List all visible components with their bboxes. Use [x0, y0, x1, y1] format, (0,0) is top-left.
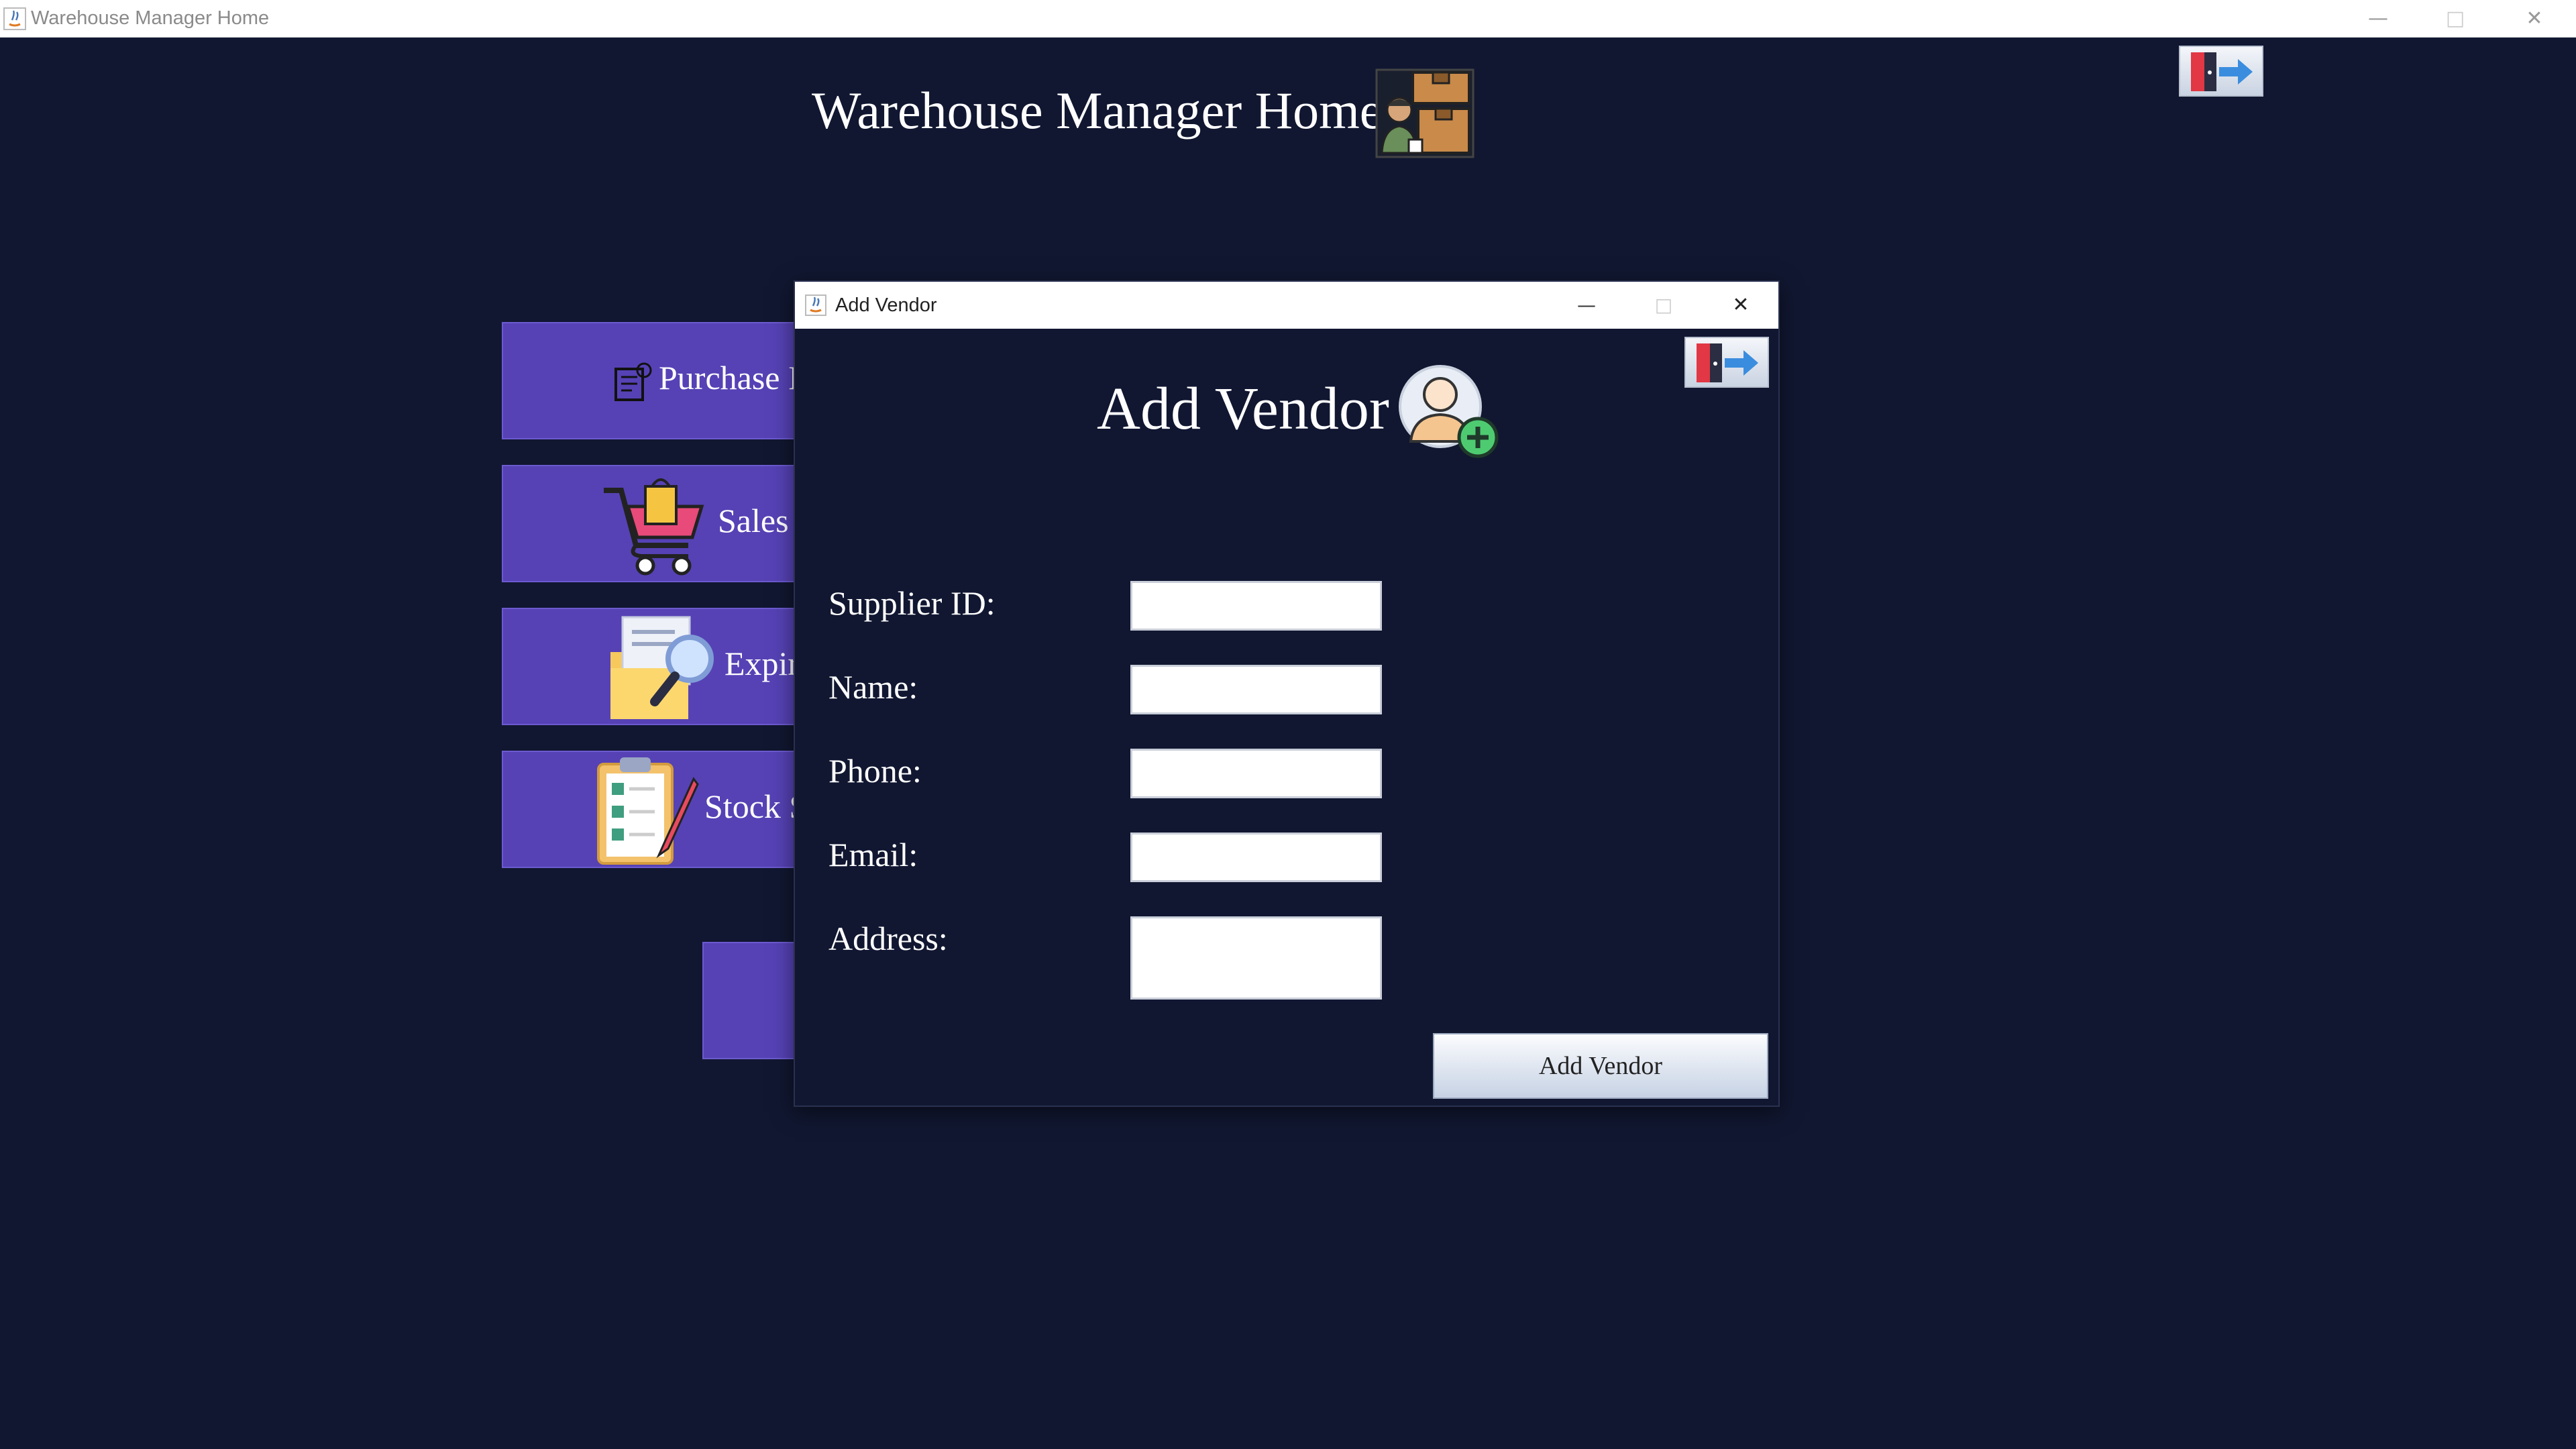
main-window-titlebar: Warehouse Manager Home — □ ✕: [0, 0, 2576, 38]
supplier-id-label: Supplier ID:: [828, 584, 996, 622]
exit-button[interactable]: [2179, 46, 2263, 97]
dialog-close-button[interactable]: ✕: [1714, 282, 1768, 329]
name-label: Name:: [828, 668, 918, 706]
address-input[interactable]: [1130, 916, 1382, 1000]
address-label: Address:: [828, 920, 948, 957]
dialog-titlebar: Add Vendor — □ ✕: [795, 282, 1778, 329]
close-button[interactable]: ✕: [2508, 0, 2561, 37]
java-app-icon: [804, 294, 827, 317]
warehouse-manager-icon: [1374, 67, 1476, 160]
minimize-button[interactable]: —: [2351, 0, 2405, 37]
add-vendor-button[interactable]: Add Vendor: [1433, 1033, 1768, 1099]
phone-label: Phone:: [828, 752, 922, 790]
purchase-label: Purchase I: [659, 359, 800, 396]
dialog-maximize-button[interactable]: □: [1637, 282, 1690, 329]
stock-label: Stock S: [704, 788, 808, 825]
folder-search-icon: [608, 612, 722, 727]
name-input[interactable]: [1130, 665, 1382, 714]
supplier-id-input[interactable]: [1130, 581, 1382, 631]
exit-door-icon: [1695, 342, 1761, 387]
dialog-exit-button[interactable]: [1684, 337, 1769, 388]
sales-label: Sales: [718, 502, 789, 539]
phone-input[interactable]: [1130, 749, 1382, 798]
dialog-title: Add Vendor: [835, 294, 937, 316]
add-vendor-dialog: Add Vendor — □ ✕ Add Vendor Supplier ID:…: [794, 280, 1780, 1107]
page-title: Warehouse Manager Home: [812, 81, 1383, 140]
add-user-icon: [1397, 364, 1505, 468]
maximize-button[interactable]: □: [2428, 0, 2482, 37]
java-app-icon: [3, 7, 27, 31]
purchase-order-icon: [610, 362, 653, 407]
main-window-title: Warehouse Manager Home: [31, 7, 270, 29]
dialog-minimize-button[interactable]: —: [1560, 282, 1613, 329]
clipboard-checklist-icon: [594, 755, 702, 869]
dialog-heading: Add Vendor: [1097, 376, 1389, 442]
expiry-label: Expir: [724, 645, 800, 682]
shopping-cart-icon: [601, 472, 711, 582]
email-input[interactable]: [1130, 833, 1382, 882]
exit-door-icon: [2190, 51, 2255, 96]
email-label: Email:: [828, 836, 918, 873]
